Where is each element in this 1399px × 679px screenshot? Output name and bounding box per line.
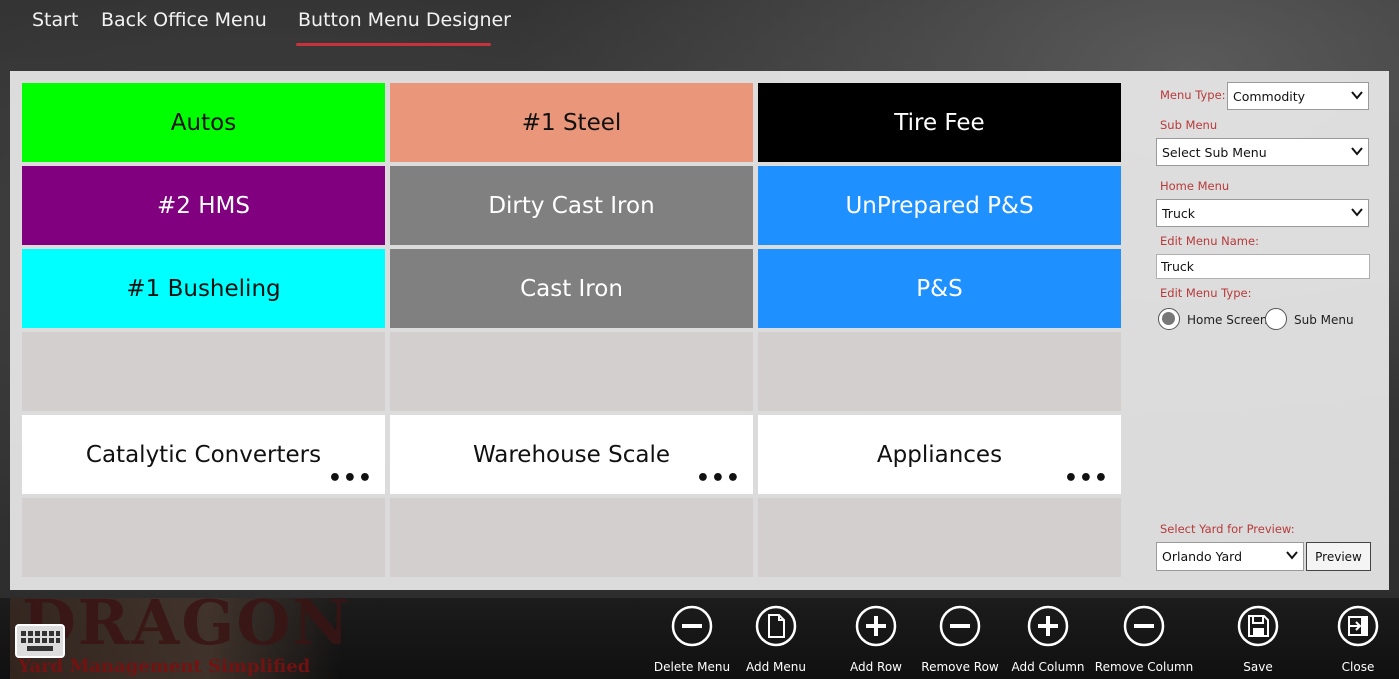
menu-tile[interactable]: #1 Busheling	[22, 249, 385, 328]
menu-button-grid: Autos #1 Steel Tire Fee #2 HMS Dirty Cast Ir…	[22, 83, 1121, 577]
menu-tile[interactable]: Autos	[22, 83, 385, 162]
menu-tile-label: Catalytic Converters	[85, 441, 322, 468]
home-screen-radio[interactable]	[1158, 308, 1180, 330]
delete-menu-label: Delete Menu	[653, 660, 731, 674]
sub-menu-value: Select Sub Menu	[1162, 144, 1267, 160]
home-menu-value: Truck	[1162, 205, 1195, 221]
menu-tile-label: Cast Iron	[520, 275, 623, 302]
close-label: Close	[1341, 660, 1375, 674]
close-circle-icon	[1337, 605, 1379, 647]
menu-tile-label: Dirty Cast Iron	[488, 192, 655, 219]
add-row-label: Add Row	[849, 660, 902, 674]
menu-tile[interactable]: #1 Steel	[390, 83, 753, 162]
remove-row-label: Remove Row	[921, 660, 999, 674]
remove-row-button[interactable]: Remove Row	[921, 604, 999, 674]
menu-tile[interactable]: Catalytic Converters •••	[22, 415, 385, 494]
close-button[interactable]: Close	[1336, 604, 1380, 674]
menu-type-label: Menu Type:	[1160, 88, 1226, 102]
menu-tile-label: #1 Steel	[521, 109, 622, 136]
minus-circle-icon	[939, 605, 981, 647]
menu-tile[interactable]: Tire Fee	[758, 83, 1121, 162]
save-label: Save	[1243, 660, 1273, 674]
sub-menu-select[interactable]: Select Sub Menu	[1156, 138, 1369, 166]
menu-tile[interactable]: Cast Iron	[390, 249, 753, 328]
sub-menu-radio-label: Sub Menu	[1294, 313, 1354, 327]
remove-column-label: Remove Column	[1094, 660, 1194, 674]
menu-type-select[interactable]: Commodity	[1227, 82, 1369, 110]
menu-tile[interactable]	[390, 332, 753, 411]
yard-select[interactable]: Orlando Yard	[1156, 542, 1304, 571]
add-row-button[interactable]: Add Row	[848, 604, 904, 674]
remove-column-button[interactable]: Remove Column	[1095, 604, 1193, 674]
more-options-icon[interactable]: •••	[1064, 468, 1109, 490]
menu-tile-label: #2 HMS	[157, 192, 250, 219]
menu-tile[interactable]: P&S	[758, 249, 1121, 328]
document-circle-icon	[755, 605, 797, 647]
menu-tile[interactable]: #2 HMS	[22, 166, 385, 245]
more-options-icon[interactable]: •••	[696, 468, 741, 490]
home-menu-select[interactable]: Truck	[1156, 199, 1369, 227]
menu-tile-label: UnPrepared P&S	[845, 192, 1034, 219]
home-screen-radio-label: Home Screen	[1187, 313, 1268, 327]
save-button[interactable]: Save	[1236, 604, 1280, 674]
save-circle-icon	[1237, 605, 1279, 647]
add-column-button[interactable]: Add Column	[1011, 604, 1085, 674]
sub-menu-radio[interactable]	[1265, 308, 1287, 330]
yard-value: Orlando Yard	[1162, 549, 1243, 564]
menu-tile[interactable]: Dirty Cast Iron	[390, 166, 753, 245]
minus-circle-icon	[671, 605, 713, 647]
menu-tile[interactable]	[758, 332, 1121, 411]
edit-menu-name-label: Edit Menu Name:	[1160, 234, 1259, 248]
menu-tile[interactable]	[390, 498, 753, 577]
preview-button-label: Preview	[1315, 549, 1362, 564]
more-options-icon[interactable]: •••	[328, 468, 373, 490]
chevron-down-icon	[1351, 208, 1363, 217]
chevron-down-icon	[1351, 147, 1363, 156]
home-menu-label: Home Menu	[1160, 179, 1230, 193]
add-column-label: Add Column	[1011, 660, 1085, 674]
menu-tile[interactable]: Appliances •••	[758, 415, 1121, 494]
menu-tile[interactable]	[22, 332, 385, 411]
chevron-down-icon	[1351, 91, 1363, 100]
edit-menu-name-value: Truck	[1161, 259, 1194, 274]
preview-button[interactable]: Preview	[1306, 542, 1371, 571]
menu-tile[interactable]	[758, 498, 1121, 577]
menu-tile-label: Tire Fee	[894, 109, 985, 136]
menu-tile-label: Warehouse Scale	[472, 441, 671, 468]
nav-button-menu-designer[interactable]: Button Menu Designer	[298, 9, 511, 31]
minus-circle-icon	[1123, 605, 1165, 647]
add-menu-label: Add Menu	[746, 660, 806, 674]
edit-menu-type-label: Edit Menu Type:	[1160, 286, 1252, 300]
menu-tile[interactable]: UnPrepared P&S	[758, 166, 1121, 245]
menu-tile-label: P&S	[916, 275, 963, 302]
menu-tile-label: Autos	[170, 109, 237, 136]
nav-active-indicator	[296, 43, 491, 46]
delete-menu-button[interactable]: Delete Menu	[654, 604, 730, 674]
edit-menu-name-input[interactable]: Truck	[1156, 254, 1370, 279]
nav-back-office-menu[interactable]: Back Office Menu	[101, 9, 267, 31]
sub-menu-label: Sub Menu	[1160, 118, 1218, 132]
plus-circle-icon	[1027, 605, 1069, 647]
chevron-down-icon	[1286, 551, 1298, 560]
add-menu-button[interactable]: Add Menu	[745, 604, 807, 674]
menu-tile-label: #1 Busheling	[126, 275, 281, 302]
plus-circle-icon	[855, 605, 897, 647]
nav-start[interactable]: Start	[32, 9, 78, 31]
menu-tile[interactable]	[22, 498, 385, 577]
menu-tile[interactable]: Warehouse Scale •••	[390, 415, 753, 494]
menu-tile-label: Appliances	[876, 441, 1003, 468]
logo: DRAGON	[22, 586, 352, 659]
menu-type-value: Commodity	[1233, 88, 1306, 104]
select-yard-label: Select Yard for Preview:	[1160, 522, 1295, 536]
keyboard-icon[interactable]	[15, 624, 65, 658]
logo-tagline: Yard Management Simplified	[18, 656, 311, 677]
